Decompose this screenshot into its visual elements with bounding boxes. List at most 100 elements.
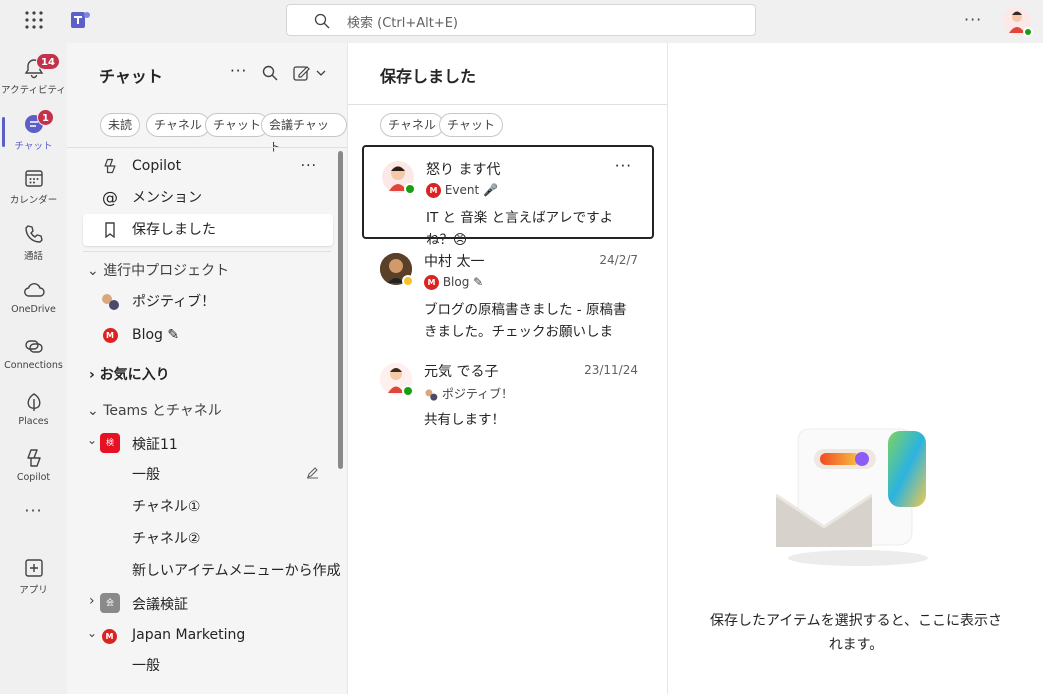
selected-indicator [2, 117, 5, 147]
channel-logo-icon: M [102, 327, 118, 343]
message-context: Event [444, 183, 480, 197]
rail-label: アプリ [19, 585, 48, 596]
chat-item-blog[interactable]: M Blog ✎ [83, 319, 333, 351]
filter-channels[interactable]: チャネル [380, 113, 444, 137]
search-icon[interactable] [262, 65, 278, 81]
rail-more[interactable]: ··· [0, 501, 67, 531]
presence-away-icon [402, 275, 414, 287]
rail-label: Copilot [16, 472, 51, 483]
sidebar-item-mentions[interactable]: @ メンション [83, 182, 333, 214]
saved-message[interactable]: 中村 太一 24/2/7 M Blog ✎ ブログの原稿書きました - 原稿書き… [362, 239, 654, 349]
rail-connections[interactable]: Connections [0, 327, 67, 381]
sender-name: 怒り ます代 [426, 162, 501, 178]
rail-chat[interactable]: 1 チャット [0, 103, 67, 157]
team-logo-icon: 検 [100, 433, 120, 453]
rail-calls[interactable]: 通話 [0, 215, 67, 269]
rail-label: 通話 [23, 251, 43, 262]
filter-channels[interactable]: チャネル [146, 113, 210, 137]
sidebar-item-label: 保存しました [132, 222, 216, 238]
sidebar-item-copilot[interactable]: Copilot ··· [83, 150, 333, 182]
favorites-header[interactable]: › お気に入り [89, 364, 170, 384]
rail-label: カレンダー [9, 195, 58, 206]
chevron-right-icon: › [89, 593, 95, 609]
team-verify11[interactable]: ⌄ 検 検証11 [67, 431, 337, 455]
group-label: お気に入り [99, 367, 170, 383]
add-app-icon [24, 559, 43, 577]
cloud-icon [23, 283, 45, 297]
rail-calendar[interactable]: カレンダー [0, 159, 67, 213]
saved-message[interactable]: 怒り ます代 ··· M Event 🎤 IT と 音楽 と言えばアレですよね？… [362, 145, 654, 248]
avatar [382, 161, 416, 195]
message-text: 共有します！ [424, 412, 505, 428]
bookmark-icon [105, 222, 115, 238]
channel-item[interactable]: 新しいアイテムメニューから作成 [132, 560, 341, 580]
more-options-icon[interactable]: ··· [615, 157, 632, 175]
message-date: 24/2/7 [599, 253, 638, 267]
rail-onedrive[interactable]: OneDrive [0, 271, 67, 325]
rail-places[interactable]: Places [0, 383, 67, 437]
chat-item-positive[interactable]: ポジティブ！ [83, 286, 333, 318]
rail-apps[interactable]: アプリ [0, 549, 67, 603]
channel-item[interactable]: 一般 [132, 464, 160, 484]
sidebar-item-saved[interactable]: 保存しました [83, 214, 333, 246]
message-context: ポジティブ！ [441, 387, 514, 401]
saved-message[interactable]: 元気 でる子 23/11/24 ポジティブ！ 共有します！ [362, 349, 654, 443]
channel-item[interactable]: 一般 [132, 655, 160, 675]
copilot-icon [104, 158, 116, 174]
filter-unread[interactable]: 未読 [100, 113, 141, 137]
filter-meeting-chats[interactable]: 会議チャット [261, 113, 347, 154]
search-input[interactable]: 検索 (Ctrl+Alt+E) [286, 4, 756, 36]
group-avatar-icon [102, 294, 119, 310]
places-icon [27, 393, 40, 411]
more-options-icon[interactable]: ··· [230, 62, 247, 80]
avatar[interactable] [1003, 7, 1033, 37]
detail-pane: 保存したアイテムを選択すると、ここに表示されます。 [668, 43, 1043, 694]
rail-label: アクティビティ [1, 85, 66, 96]
chevron-down-icon: ⌄ [87, 263, 99, 279]
more-options-icon[interactable]: ··· [964, 10, 982, 29]
chevron-down-icon: ⌄ [87, 626, 98, 640]
presence-available-icon [1023, 27, 1033, 37]
divider [83, 251, 331, 252]
sender-name: 元気 でる子 [424, 364, 499, 380]
rail-copilot[interactable]: Copilot [0, 439, 67, 493]
more-options-icon[interactable]: ··· [301, 150, 317, 182]
message-text: ブログの原稿書きました - 原稿書きました。チェックお願いします。元気 で… [424, 302, 627, 340]
divider [67, 147, 347, 148]
chevron-down-icon: ⌄ [87, 433, 98, 447]
channel-item[interactable]: チャネル② [132, 528, 200, 548]
chat-badge: 1 [37, 109, 54, 126]
rail-activity[interactable]: 14 アクティビティ [0, 47, 67, 101]
team-japan-marketing[interactable]: ⌄ M Japan Marketing [67, 624, 337, 648]
new-chat-icon[interactable] [293, 65, 329, 81]
app-launcher-icon[interactable] [24, 10, 44, 30]
filter-chats[interactable]: チャット [439, 113, 503, 137]
saved-illustration-icon [775, 428, 928, 566]
avatar [380, 363, 414, 397]
group-header[interactable]: ⌄ 進行中プロジェクト [87, 260, 229, 280]
sidebar-item-label: メンション [132, 190, 202, 206]
rail-label: Places [18, 416, 49, 427]
channel-item[interactable]: チャネル① [132, 496, 200, 516]
more-apps-icon: ··· [24, 501, 43, 520]
sidebar-item-label: Copilot [132, 158, 182, 174]
scrollbar[interactable] [338, 151, 343, 469]
at-icon: @ [102, 188, 118, 207]
group-label: Teams とチャネル [103, 403, 222, 419]
team-name: Japan Marketing [132, 627, 246, 643]
rail-label: Connections [4, 360, 63, 371]
edit-icon[interactable] [306, 466, 319, 479]
rail-label: チャット [14, 141, 53, 152]
team-logo-icon: 会 [100, 593, 120, 613]
team-meeting-verify[interactable]: › 会 会議検証 [67, 591, 337, 615]
team-name: 会議検証 [132, 597, 188, 613]
empty-state-message: 保存したアイテムを選択すると、ここに表示されます。 [709, 613, 1003, 653]
filter-chats[interactable]: チャット [205, 113, 269, 137]
avatar [380, 253, 414, 287]
activity-badge: 14 [36, 53, 60, 70]
chat-list-pane: チャット ··· 未読 チャネル チャット 会議チャット Copilot ···… [67, 43, 348, 694]
team-name: 検証11 [132, 437, 178, 453]
teams-header[interactable]: ⌄ Teams とチャネル [87, 400, 222, 420]
channel-logo-icon: M [424, 275, 439, 290]
chat-item-label: ポジティブ！ [132, 294, 216, 310]
